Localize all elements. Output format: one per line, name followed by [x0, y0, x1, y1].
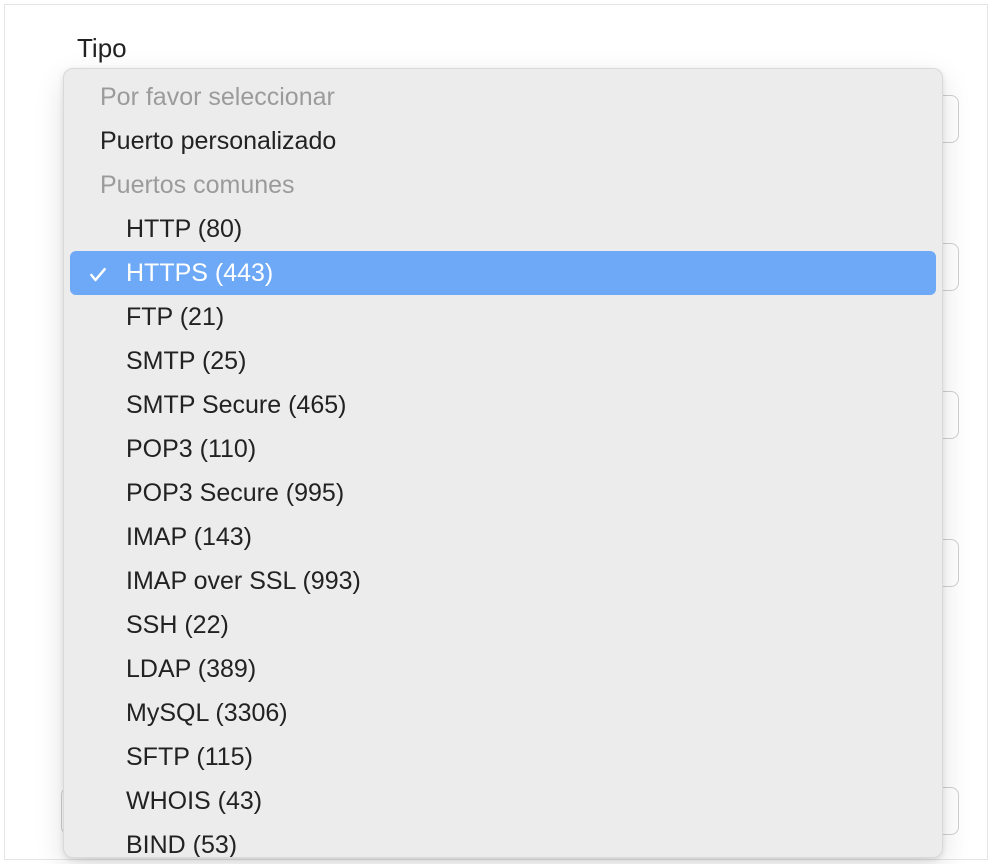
dropdown-option-label: IMAP over SSL (993): [126, 567, 361, 596]
dropdown-option-label: SSH (22): [126, 611, 229, 640]
dropdown-option-port[interactable]: MySQL (3306): [64, 691, 942, 735]
check-icon: [88, 263, 108, 283]
dropdown-option-port[interactable]: HTTP (80): [64, 207, 942, 251]
dropdown-option-port[interactable]: SFTP (115): [64, 735, 942, 779]
dropdown-option-port[interactable]: POP3 (110): [64, 427, 942, 471]
dropdown-option-label: WHOIS (43): [126, 787, 262, 816]
dropdown-option-label: HTTPS (443): [126, 259, 273, 288]
dropdown-option-custom-port[interactable]: Puerto personalizado: [64, 119, 942, 163]
dropdown-option-port[interactable]: SSH (22): [64, 603, 942, 647]
dropdown-option-label: POP3 (110): [126, 435, 256, 464]
dropdown-option-label: SMTP (25): [126, 347, 246, 376]
dropdown-option-label: Puerto personalizado: [100, 127, 336, 156]
dropdown-option-label: POP3 Secure (995): [126, 479, 344, 508]
dropdown-option-label: LDAP (389): [126, 655, 256, 684]
dropdown-option-port[interactable]: HTTPS (443): [70, 251, 936, 295]
dropdown-option-label: HTTP (80): [126, 215, 242, 244]
field-label-tipo: Tipo: [77, 33, 127, 64]
dropdown-option-label: SFTP (115): [126, 743, 253, 772]
dropdown-option-port[interactable]: SMTP (25): [64, 339, 942, 383]
dropdown-option-label: SMTP Secure (465): [126, 391, 346, 420]
form-panel: Tipo N Por favor seleccionar Puerto pers…: [4, 4, 988, 860]
dropdown-option-port[interactable]: FTP (21): [64, 295, 942, 339]
dropdown-placeholder-text: Por favor seleccionar: [100, 83, 335, 112]
dropdown-option-port[interactable]: LDAP (389): [64, 647, 942, 691]
dropdown-option-label: IMAP (143): [126, 523, 252, 552]
dropdown-option-label: MySQL (3306): [126, 699, 288, 728]
dropdown-option-label: BIND (53): [126, 831, 237, 859]
dropdown-option-port[interactable]: SMTP Secure (465): [64, 383, 942, 427]
dropdown-group-header-label: Puertos comunes: [100, 171, 295, 200]
dropdown-option-port[interactable]: IMAP over SSL (993): [64, 559, 942, 603]
dropdown-option-label: FTP (21): [126, 303, 224, 332]
dropdown-group-header-common-ports: Puertos comunes: [64, 163, 942, 207]
port-type-dropdown[interactable]: Por favor seleccionar Puerto personaliza…: [63, 68, 943, 858]
dropdown-option-port[interactable]: POP3 Secure (995): [64, 471, 942, 515]
dropdown-option-port[interactable]: IMAP (143): [64, 515, 942, 559]
dropdown-placeholder: Por favor seleccionar: [64, 75, 942, 119]
dropdown-option-port[interactable]: BIND (53): [64, 823, 942, 858]
dropdown-option-port[interactable]: WHOIS (43): [64, 779, 942, 823]
